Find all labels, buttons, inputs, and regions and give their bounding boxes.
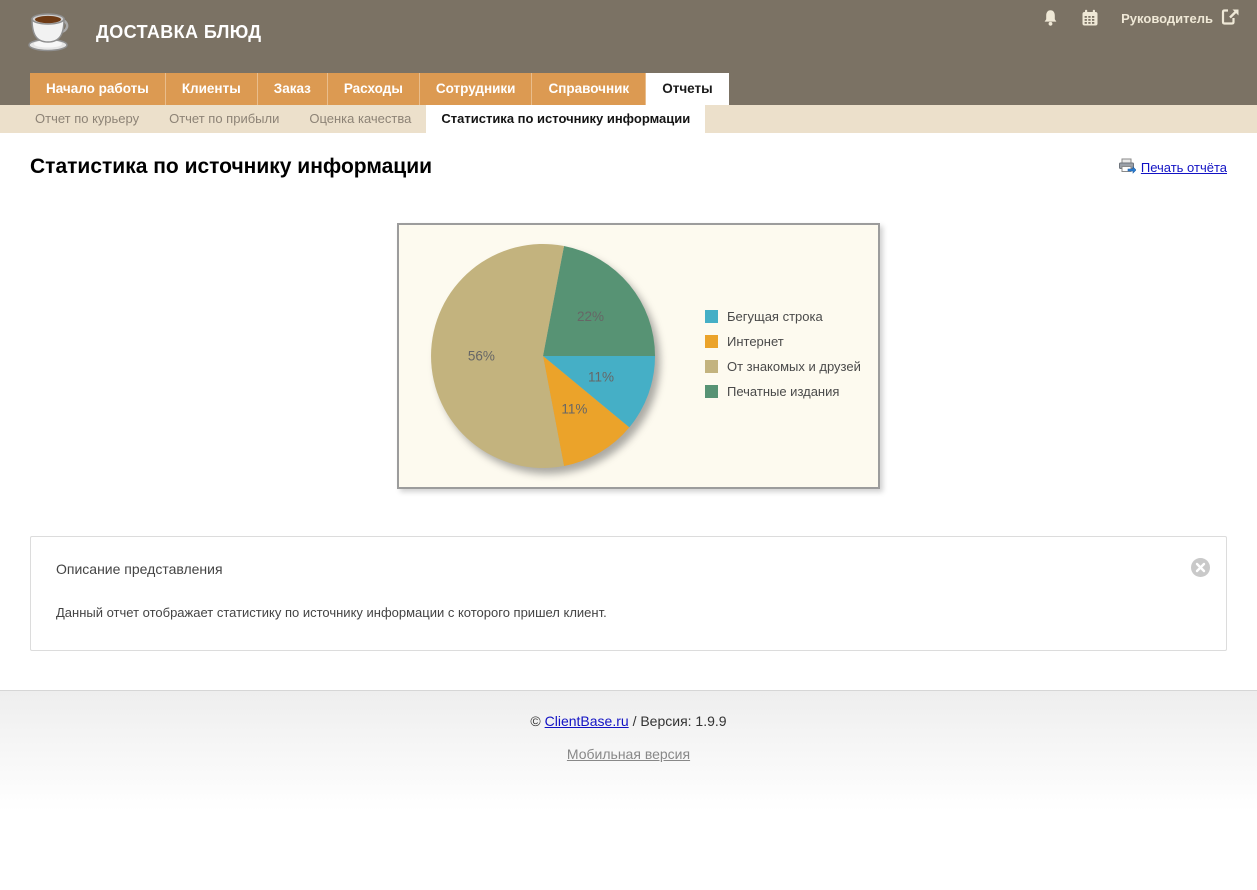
pie-slice-label: 11%: [588, 369, 614, 384]
user-menu[interactable]: Руководитель: [1121, 8, 1241, 28]
copyright-line: © ClientBase.ru / Версия: 1.9.9: [0, 691, 1257, 729]
report-subnav: Отчет по курьеру Отчет по прибыли Оценка к…: [0, 105, 1257, 133]
legend-swatch: [705, 385, 718, 398]
legend-label: От знакомых и друзей: [727, 359, 861, 374]
legend-label: Бегущая строка: [727, 309, 823, 324]
mobile-version-link[interactable]: Мобильная версия: [567, 746, 690, 762]
user-role-label: Руководитель: [1121, 10, 1213, 26]
version-label: / Версия: 1.9.9: [632, 713, 727, 729]
legend-swatch: [705, 335, 718, 348]
legend-item: Бегущая строка: [705, 309, 861, 324]
legend-item: От знакомых и друзей: [705, 359, 861, 374]
legend-swatch: [705, 310, 718, 323]
bell-icon[interactable]: [1042, 9, 1059, 27]
tab-сотрудники[interactable]: Сотрудники: [419, 73, 533, 105]
page-title: Статистика по источнику информации: [30, 155, 433, 178]
brand: ДОСТАВКА БЛЮД: [24, 8, 261, 57]
description-panel: Описание представления Данный отчет отоб…: [30, 536, 1227, 651]
legend-label: Печатные издания: [727, 384, 840, 399]
print-report-link[interactable]: Печать отчёта: [1141, 160, 1227, 175]
printer-icon[interactable]: [1118, 158, 1137, 177]
main-tabs: Начало работы Клиенты Заказ Расходы Сотрудни…: [30, 73, 729, 105]
pie-slice-label: 22%: [577, 309, 604, 324]
subtab-отчет-по-курьеру[interactable]: Отчет по курьеру: [20, 105, 154, 133]
tab-отчеты[interactable]: Отчеты: [646, 73, 729, 105]
pie-slice-label: 56%: [468, 349, 495, 364]
chart-container: 22% 11% 11% 56% Бегущая строка Интернет От зн…: [397, 223, 880, 489]
description-text: Данный отчет отображает статистику по ис…: [56, 605, 607, 620]
page-footer: © ClientBase.ru / Версия: 1.9.9 Мобильна…: [0, 690, 1257, 890]
coffee-cup-logo: [24, 8, 72, 57]
description-title: Описание представления: [56, 561, 223, 577]
pie-slice-label: 11%: [561, 402, 587, 417]
subtab-статистика-по-источнику-информации[interactable]: Статистика по источнику информации: [426, 105, 706, 133]
tab-клиенты[interactable]: Клиенты: [165, 73, 258, 105]
print-report: Печать отчёта: [1118, 158, 1227, 177]
app-title: ДОСТАВКА БЛЮД: [96, 22, 262, 42]
tab-справочник[interactable]: Справочник: [532, 73, 647, 105]
tab-расходы[interactable]: Расходы: [327, 73, 420, 105]
tab-заказ[interactable]: Заказ: [257, 73, 328, 105]
legend-label: Интернет: [727, 334, 784, 349]
calendar-icon[interactable]: [1081, 9, 1099, 27]
app-header: ДОСТАВКА БЛЮД Руководитель Начало работы…: [0, 0, 1257, 105]
page-head: Статистика по источнику информации Печат…: [30, 155, 1227, 179]
pie-chart: 22% 11% 11% 56%: [431, 243, 655, 468]
subtab-оценка-качества[interactable]: Оценка качества: [294, 105, 426, 133]
topbar: Руководитель: [1042, 8, 1241, 28]
close-icon[interactable]: [1190, 557, 1211, 583]
clientbase-link[interactable]: ClientBase.ru: [545, 713, 629, 729]
legend-item: Интернет: [705, 334, 861, 349]
legend-item: Печатные издания: [705, 384, 861, 399]
chart-legend: Бегущая строка Интернет От знакомых и друз…: [705, 299, 861, 409]
legend-swatch: [705, 360, 718, 373]
subtab-отчет-по-прибыли[interactable]: Отчет по прибыли: [154, 105, 294, 133]
tab-начало-работы[interactable]: Начало работы: [30, 73, 166, 105]
copyright-symbol: ©: [530, 713, 541, 729]
logout-icon[interactable]: [1221, 8, 1241, 28]
